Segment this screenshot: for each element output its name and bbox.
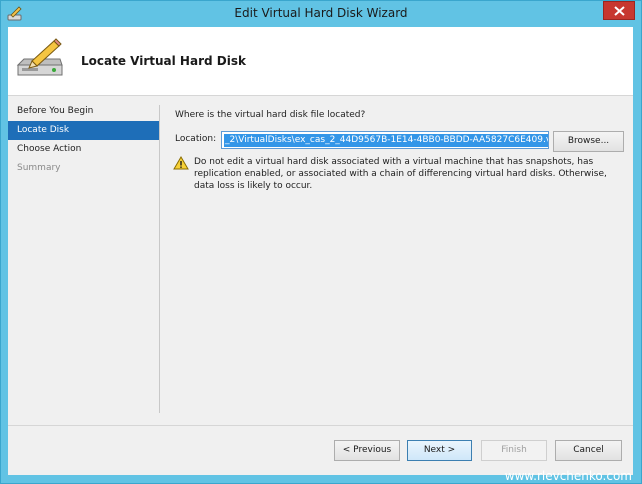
- nav-item-locate-disk[interactable]: Locate Disk: [8, 121, 160, 140]
- wizard-client-area: Locate Virtual Hard Disk Before You Begi…: [8, 27, 633, 475]
- cancel-button[interactable]: Cancel: [555, 440, 622, 461]
- close-button[interactable]: [603, 1, 635, 20]
- location-label: Location:: [175, 134, 217, 144]
- nav-item-summary: Summary: [17, 163, 61, 173]
- wizard-window: Edit Virtual Hard Disk Wizard Locate Vir: [0, 0, 642, 484]
- nav-item-choose-action[interactable]: Choose Action: [8, 140, 160, 159]
- nav-item-before-you-begin[interactable]: Before You Begin: [8, 102, 160, 121]
- warning-icon: [173, 156, 189, 170]
- nav-divider: [159, 105, 160, 413]
- close-icon: [614, 6, 625, 16]
- browse-button[interactable]: Browse...: [553, 131, 624, 152]
- hard-disk-pencil-icon: [14, 37, 66, 83]
- wizard-steps-nav: Before You Begin Locate Disk Choose Acti…: [8, 102, 160, 178]
- footer-divider: [8, 425, 633, 426]
- next-button[interactable]: Next >: [407, 440, 472, 461]
- title-bar[interactable]: Edit Virtual Hard Disk Wizard: [1, 1, 641, 27]
- finish-button: Finish: [481, 440, 547, 461]
- location-question: Where is the virtual hard disk file loca…: [175, 110, 366, 120]
- location-input-value: _2\VirtualDisks\ex_cas_2_44D9567B-1E14-4…: [224, 134, 548, 147]
- location-input[interactable]: _2\VirtualDisks\ex_cas_2_44D9567B-1E14-4…: [221, 131, 549, 149]
- page-title: Locate Virtual Hard Disk: [81, 54, 246, 68]
- watermark: www.rlevchenko.com: [504, 469, 632, 483]
- wizard-header: Locate Virtual Hard Disk: [8, 27, 633, 96]
- window-title: Edit Virtual Hard Disk Wizard: [234, 6, 408, 20]
- warning-text: Do not edit a virtual hard disk associat…: [194, 157, 607, 191]
- previous-button[interactable]: < Previous: [334, 440, 400, 461]
